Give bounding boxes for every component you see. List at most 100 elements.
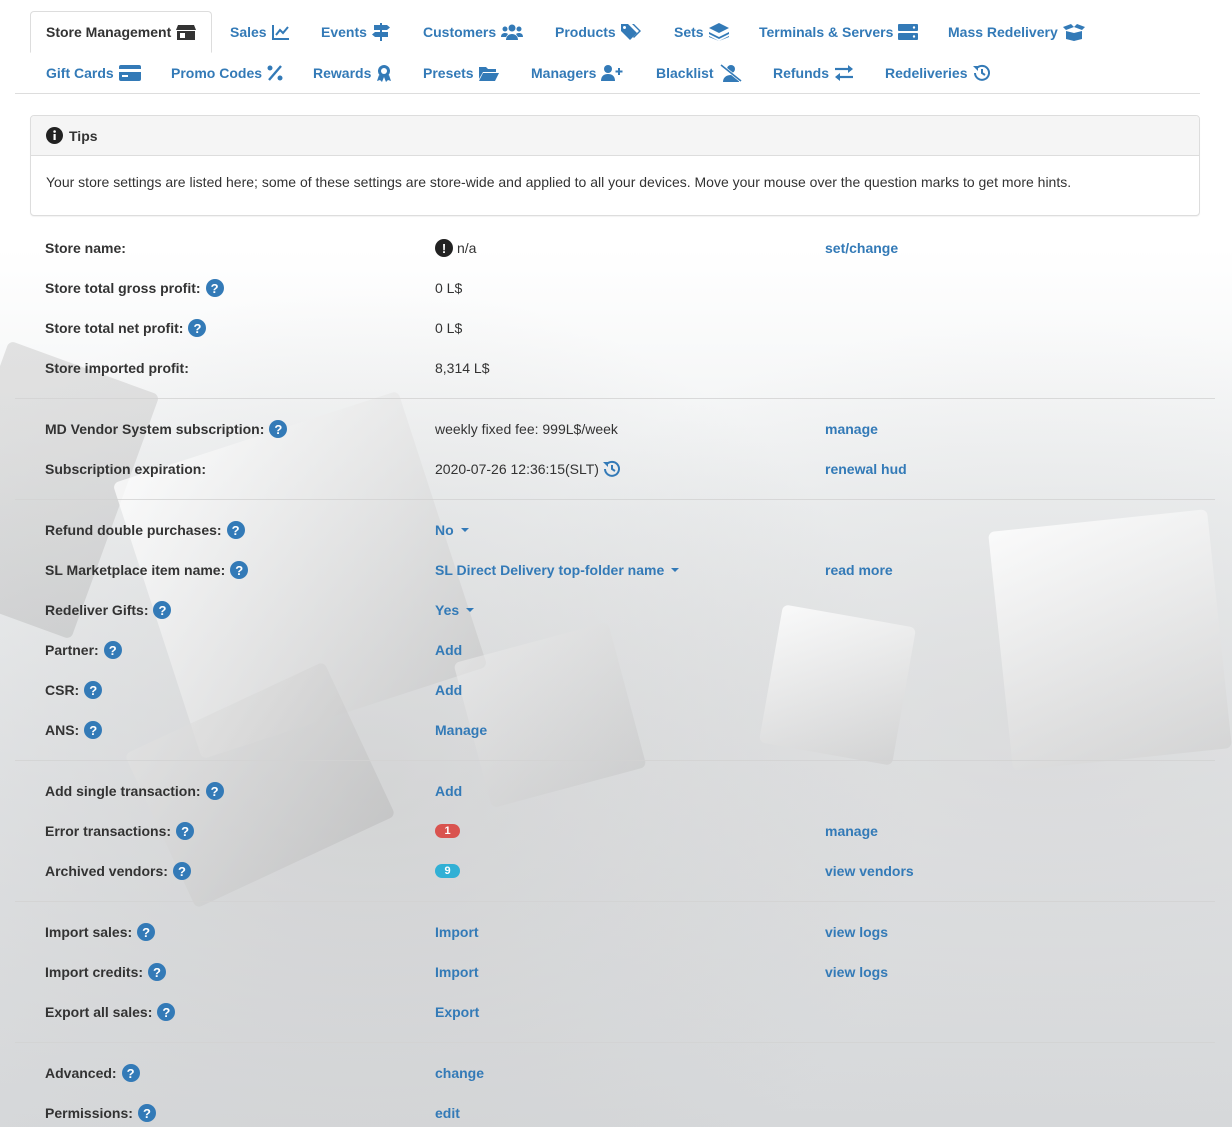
tab-mass-redelivery[interactable]: Mass Redelivery (948, 11, 1085, 52)
action-text: manage (825, 421, 878, 437)
question-circle-icon[interactable]: ? (137, 923, 156, 941)
value-text: 0 L$ (435, 320, 463, 336)
section-divider (15, 901, 1215, 902)
tab-blacklist[interactable]: Blacklist (656, 52, 743, 93)
info-circle-icon (46, 127, 63, 144)
tips-panel-header: Tips (31, 116, 1199, 156)
question-circle-icon[interactable]: ? (176, 822, 195, 840)
action-text: manage (825, 823, 878, 839)
setting-label: MD Vendor System subscription:? (45, 409, 288, 449)
question-circle-icon[interactable]: ? (153, 601, 172, 619)
setting-row-subscription: MD Vendor System subscription:? weekly f… (30, 409, 1200, 449)
read-more-link[interactable]: read more (825, 550, 893, 590)
setting-row-advanced: Advanced:? change (30, 1053, 1200, 1093)
tab-redeliveries[interactable]: Redeliveries (885, 52, 991, 93)
question-circle-icon[interactable]: ? (205, 279, 224, 297)
value-text: 8,314 L$ (435, 360, 490, 376)
export-sales-link[interactable]: Export (435, 992, 479, 1032)
question-circle-icon[interactable]: ? (84, 721, 103, 739)
view-sales-logs-link[interactable]: view logs (825, 912, 888, 952)
question-circle-icon[interactable]: ? (226, 521, 245, 539)
manage-errors-link[interactable]: manage (825, 811, 878, 851)
question-circle-icon[interactable]: ? (157, 1003, 176, 1021)
setting-row-ans: ANS:? Manage (30, 710, 1200, 750)
history-icon (972, 64, 990, 81)
link-text: Import (435, 964, 479, 980)
tips-text: Your store settings are listed here; som… (46, 174, 1072, 190)
setting-label: Permissions:? (45, 1093, 156, 1127)
tips-title: Tips (69, 127, 98, 144)
add-transaction-link[interactable]: Add (435, 771, 462, 811)
user-plus-icon (601, 64, 623, 81)
setting-label: Advanced:? (45, 1053, 140, 1093)
tab-sets[interactable]: Sets (674, 11, 729, 52)
tab-label: Rewards (313, 64, 372, 81)
tab-label: Products (555, 23, 616, 40)
setting-label: Import sales:? (45, 912, 156, 952)
link-text: Export (435, 1004, 480, 1020)
tab-sales[interactable]: Sales (230, 11, 290, 52)
add-csr-link[interactable]: Add (435, 670, 462, 710)
redeliver-gifts-dropdown[interactable]: Yes (435, 590, 475, 630)
user-slash-icon (719, 63, 742, 82)
setting-label: Refund double purchases:? (45, 510, 245, 550)
add-partner-link[interactable]: Add (435, 630, 462, 670)
tab-customers[interactable]: Customers (423, 11, 524, 52)
tab-gift-cards[interactable]: Gift Cards (46, 52, 141, 93)
tab-managers[interactable]: Managers (531, 52, 623, 93)
setting-label: Import credits:? (45, 952, 167, 992)
setting-label: Archived vendors:? (45, 851, 191, 891)
label-text: Refund double purchases: (45, 522, 222, 538)
tab-store-management[interactable]: Store Management (30, 11, 213, 53)
tips-panel: Tips Your store settings are listed here… (30, 115, 1200, 216)
question-circle-icon[interactable]: ? (84, 681, 103, 699)
import-credits-link[interactable]: Import (435, 952, 479, 992)
refund-double-dropdown[interactable]: No (435, 510, 469, 550)
question-circle-icon[interactable]: ? (121, 1064, 140, 1082)
setting-row-import-sales: Import sales:? Import view logs (30, 912, 1200, 952)
tab-events[interactable]: Events (321, 11, 390, 52)
view-vendors-link[interactable]: view vendors (825, 851, 914, 891)
setting-row-partner: Partner:? Add (30, 630, 1200, 670)
tab-refunds[interactable]: Refunds (773, 52, 854, 93)
tab-rewards[interactable]: Rewards (313, 52, 392, 93)
history-icon[interactable] (602, 460, 621, 478)
question-circle-icon[interactable]: ? (205, 782, 224, 800)
question-circle-icon[interactable]: ? (188, 319, 207, 337)
tab-terminals-servers[interactable]: Terminals & Servers (759, 11, 919, 52)
tab-products[interactable]: Products (555, 11, 641, 52)
label-text: Subscription expiration: (45, 461, 207, 477)
tab-promo-codes[interactable]: Promo Codes (171, 52, 283, 93)
setting-label: SL Marketplace item name:? (45, 550, 249, 590)
setting-row-add-transaction: Add single transaction:? Add (30, 771, 1200, 811)
view-credits-logs-link[interactable]: view logs (825, 952, 888, 992)
manage-ans-link[interactable]: Manage (435, 710, 487, 750)
renewal-hud-link[interactable]: renewal hud (825, 449, 907, 489)
setting-label: Subscription expiration: (45, 449, 206, 489)
section-divider (15, 760, 1215, 761)
error-count-badge: 1 (435, 824, 460, 838)
setting-label: Redeliver Gifts:? (45, 590, 172, 630)
setting-row-store-name: Store name: ! n/a set/change (30, 228, 1200, 268)
label-text: Redeliver Gifts: (45, 602, 149, 618)
link-text: change (435, 1065, 485, 1081)
question-circle-icon[interactable]: ? (148, 963, 167, 981)
caret-down-icon (460, 528, 469, 532)
edit-permissions-link[interactable]: edit (435, 1093, 460, 1127)
import-sales-link[interactable]: Import (435, 912, 479, 952)
set-change-link[interactable]: set/change (825, 228, 898, 268)
value-text: 0 L$ (435, 280, 463, 296)
question-circle-icon[interactable]: ? (230, 561, 249, 579)
question-circle-icon[interactable]: ? (103, 641, 122, 659)
setting-row-refund-double: Refund double purchases:? No (30, 510, 1200, 550)
tab-presets[interactable]: Presets (423, 52, 499, 93)
dropdown-value: SL Direct Delivery top-folder name (435, 562, 665, 578)
marketplace-name-dropdown[interactable]: SL Direct Delivery top-folder name (435, 550, 680, 590)
manage-subscription-link[interactable]: manage (825, 409, 878, 449)
signpost-icon (371, 22, 390, 41)
change-advanced-link[interactable]: change (435, 1053, 484, 1093)
setting-value: 9 (435, 851, 460, 891)
question-circle-icon[interactable]: ? (172, 862, 191, 880)
question-circle-icon[interactable]: ? (269, 420, 288, 438)
question-circle-icon[interactable]: ? (137, 1104, 156, 1122)
